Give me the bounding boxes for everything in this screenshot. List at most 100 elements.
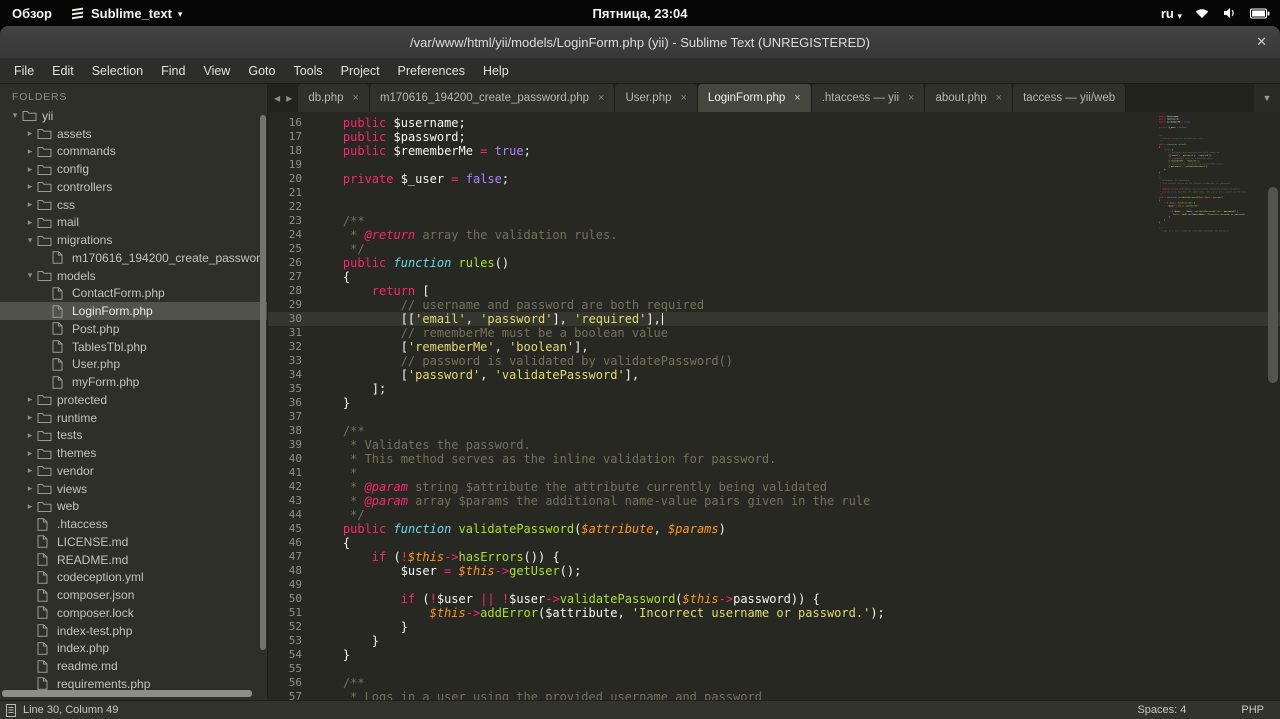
line-number[interactable]: 21	[268, 186, 314, 200]
line-number[interactable]: 16	[268, 116, 314, 130]
code-line[interactable]: 24 * @return array the validation rules.	[268, 228, 1280, 242]
tab-close-icon[interactable]: ×	[908, 92, 914, 104]
expand-icon[interactable]: ▸	[23, 164, 37, 175]
indent-setting[interactable]: Spaces: 4	[1137, 704, 1186, 716]
line-number[interactable]: 17	[268, 130, 314, 144]
code-line[interactable]: 31 // rememberMe must be a boolean value	[268, 326, 1280, 340]
line-number[interactable]: 39	[268, 438, 314, 452]
code-line[interactable]: 46 {	[268, 536, 1280, 550]
line-number[interactable]: 24	[268, 228, 314, 242]
tree-file-composer.json[interactable]: composer.json	[0, 586, 267, 604]
scrollbar-thumb[interactable]	[1268, 187, 1278, 383]
tree-file-.htaccess[interactable]: .htaccess	[0, 515, 267, 533]
line-number[interactable]: 55	[268, 662, 314, 676]
tree-file-user.php[interactable]: User.php	[0, 356, 267, 374]
window-title-bar[interactable]: /var/www/html/yii/models/LoginForm.php (…	[0, 26, 1280, 58]
tree-file-post.php[interactable]: Post.php	[0, 320, 267, 338]
line-number[interactable]: 30	[268, 312, 314, 326]
tab-.htaccess-yii[interactable]: .htaccess — yii ×	[811, 84, 926, 112]
code-line[interactable]: 19	[268, 158, 1280, 172]
code-line[interactable]: 26 public function rules()	[268, 256, 1280, 270]
code-editor[interactable]: 16 public $username; 17 public $password;…	[268, 112, 1280, 700]
line-number[interactable]: 31	[268, 326, 314, 340]
battery-icon[interactable]	[1250, 7, 1270, 20]
tree-folder-runtime[interactable]: ▸ runtime	[0, 409, 267, 427]
expand-icon[interactable]: ▸	[23, 430, 37, 441]
line-number[interactable]: 25	[268, 242, 314, 256]
volume-icon[interactable]	[1222, 5, 1238, 21]
line-number[interactable]: 33	[268, 354, 314, 368]
menu-item-find[interactable]: Find	[152, 64, 194, 78]
expand-icon[interactable]: ▸	[23, 128, 37, 139]
line-number[interactable]: 28	[268, 284, 314, 298]
expand-icon[interactable]: ▸	[23, 465, 37, 476]
tree-folder-themes[interactable]: ▸ themes	[0, 444, 267, 462]
menu-item-help[interactable]: Help	[474, 64, 518, 78]
keyboard-layout-indicator[interactable]: ru ▾	[1161, 6, 1182, 21]
line-number[interactable]: 41	[268, 466, 314, 480]
line-number[interactable]: 36	[268, 396, 314, 410]
expand-icon[interactable]: ▸	[23, 412, 37, 423]
tree-folder-assets[interactable]: ▸ assets	[0, 125, 267, 143]
tree-file-m170616_194200_create_password.[interactable]: m170616_194200_create_password.	[0, 249, 267, 267]
line-number[interactable]: 20	[268, 172, 314, 186]
line-number[interactable]: 32	[268, 340, 314, 354]
app-indicator[interactable]: Sublime_text ▾	[70, 6, 182, 21]
line-number[interactable]: 19	[268, 158, 314, 172]
activities-button[interactable]: Обзор	[12, 6, 52, 21]
expand-icon[interactable]: ▸	[23, 501, 37, 512]
line-number[interactable]: 35	[268, 382, 314, 396]
line-number[interactable]: 18	[268, 144, 314, 158]
code-line[interactable]: 48 $user = $this->getUser();	[268, 564, 1280, 578]
line-number[interactable]: 56	[268, 676, 314, 690]
code-line[interactable]: 32 ['rememberMe', 'boolean'],	[268, 340, 1280, 354]
code-line[interactable]: 41 *	[268, 466, 1280, 480]
expand-icon[interactable]: ▸	[23, 146, 37, 157]
code-line[interactable]: 30 [['email', 'password'], 'required'],	[268, 312, 1280, 326]
line-number[interactable]: 42	[268, 480, 314, 494]
tree-folder-yii[interactable]: ▾ yii	[0, 107, 267, 125]
tab-back-icon[interactable]: ◀	[274, 94, 280, 103]
line-number[interactable]: 27	[268, 270, 314, 284]
tab-close-icon[interactable]: ×	[996, 92, 1002, 104]
code-line[interactable]: 55	[268, 662, 1280, 676]
collapse-icon[interactable]: ▾	[23, 270, 37, 281]
menu-item-tools[interactable]: Tools	[284, 64, 331, 78]
tree-file-tablestbl.php[interactable]: TablesTbl.php	[0, 338, 267, 356]
code-line[interactable]: 56 /**	[268, 676, 1280, 690]
code-line[interactable]: 17 public $password;	[268, 130, 1280, 144]
code-line[interactable]: 45 public function validatePassword($att…	[268, 522, 1280, 536]
line-number[interactable]: 38	[268, 424, 314, 438]
expand-icon[interactable]: ▸	[23, 483, 37, 494]
line-number[interactable]: 26	[268, 256, 314, 270]
line-number[interactable]: 50	[268, 592, 314, 606]
line-number[interactable]: 34	[268, 368, 314, 382]
code-line[interactable]: 37	[268, 410, 1280, 424]
line-number[interactable]: 40	[268, 452, 314, 466]
tree-file-readme.md[interactable]: readme.md	[0, 657, 267, 675]
close-icon[interactable]: ✕	[1256, 34, 1267, 50]
tree-file-index.php[interactable]: index.php	[0, 640, 267, 658]
line-number[interactable]: 47	[268, 550, 314, 564]
code-line[interactable]: 38 /**	[268, 424, 1280, 438]
line-number[interactable]: 22	[268, 200, 314, 214]
tree-folder-mail[interactable]: ▸ mail	[0, 214, 267, 232]
tab-about.php[interactable]: about.php ×	[925, 84, 1014, 112]
code-line[interactable]: 44 */	[268, 508, 1280, 522]
line-number[interactable]: 54	[268, 648, 314, 662]
code-line[interactable]: 28 return [	[268, 284, 1280, 298]
minimap[interactable]: public $username; public $password; publ…	[1154, 115, 1246, 295]
menu-item-selection[interactable]: Selection	[83, 64, 152, 78]
tree-file-contactform.php[interactable]: ContactForm.php	[0, 285, 267, 303]
tree-file-index-test.php[interactable]: index-test.php	[0, 622, 267, 640]
tree-file-loginform.php[interactable]: LoginForm.php	[0, 302, 267, 320]
code-line[interactable]: 20 private $_user = false;	[268, 172, 1280, 186]
menu-item-view[interactable]: View	[194, 64, 239, 78]
code-line[interactable]: 35 ];	[268, 382, 1280, 396]
code-line[interactable]: 25 */	[268, 242, 1280, 256]
code-line[interactable]: 23 /**	[268, 214, 1280, 228]
code-line[interactable]: 33 // password is validated by validateP…	[268, 354, 1280, 368]
menu-item-file[interactable]: File	[5, 64, 43, 78]
expand-icon[interactable]: ▸	[23, 394, 37, 405]
menu-item-edit[interactable]: Edit	[43, 64, 83, 78]
